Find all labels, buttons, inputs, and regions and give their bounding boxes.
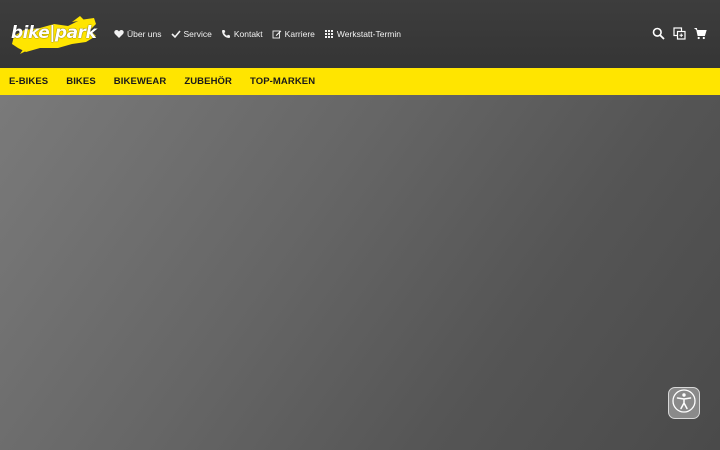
bikepark-logo[interactable]: bike|park [10, 14, 98, 54]
cart-icon[interactable] [694, 27, 708, 41]
hero-banner [0, 95, 720, 450]
phone-icon [221, 29, 231, 39]
accessibility-button[interactable] [668, 387, 700, 419]
grid-icon [324, 29, 334, 39]
search-icon[interactable] [652, 27, 666, 41]
service-link-kontakt[interactable]: Kontakt [221, 29, 263, 39]
edit-icon [272, 29, 282, 39]
compare-icon[interactable] [673, 27, 687, 41]
service-link-label: Karriere [284, 29, 315, 39]
utility-icons [645, 26, 708, 42]
service-nav: Über uns Service Kontakt Karriere Werkst… [114, 26, 410, 42]
nav-item-bikes[interactable]: BIKES [66, 76, 96, 87]
service-link-karriere[interactable]: Karriere [272, 29, 315, 39]
nav-item-e-bikes[interactable]: E-BIKES [9, 76, 48, 87]
nav-item-bikewear[interactable]: BIKEWEAR [114, 76, 167, 87]
heart-icon [114, 29, 124, 39]
nav-item-zubehoer[interactable]: ZUBEHÖR [184, 76, 232, 87]
service-link-werkstatt-termin[interactable]: Werkstatt-Termin [324, 29, 401, 39]
service-link-ueber-uns[interactable]: Über uns [114, 29, 162, 39]
top-header: bike|park Über uns Service Kontakt Karri… [0, 0, 720, 68]
service-link-label: Kontakt [233, 29, 263, 39]
main-nav: E-BIKES BIKES BIKEWEAR ZUBEHÖR TOP-MARKE… [0, 68, 720, 95]
service-link-label: Service [183, 29, 212, 39]
logo-wordmark: bike|park [11, 23, 97, 43]
service-link-label: Über uns [127, 29, 162, 39]
accessibility-icon [672, 388, 696, 418]
service-link-service[interactable]: Service [170, 29, 212, 39]
nav-item-top-marken[interactable]: TOP-MARKEN [250, 76, 315, 87]
service-link-label: Werkstatt-Termin [336, 29, 401, 39]
check-icon [170, 29, 181, 39]
